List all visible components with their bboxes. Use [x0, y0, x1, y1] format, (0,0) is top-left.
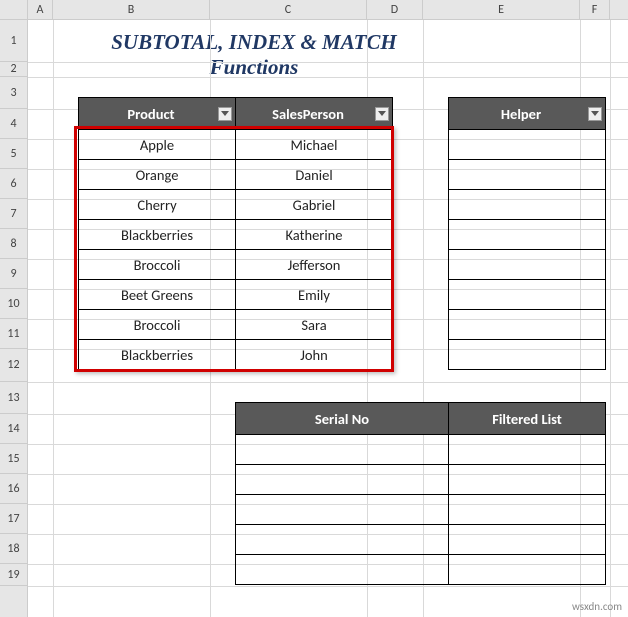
- table-row: [236, 525, 606, 555]
- cell-product[interactable]: Cherry: [79, 190, 236, 220]
- cell-empty[interactable]: [236, 525, 449, 555]
- cell-empty[interactable]: [236, 465, 449, 495]
- cell-empty[interactable]: [236, 435, 449, 465]
- cell-salesperson[interactable]: John: [236, 340, 393, 370]
- row-header-7[interactable]: 7: [0, 199, 27, 229]
- table-row: BroccoliJefferson: [79, 250, 606, 280]
- row-header-14[interactable]: 14: [0, 414, 27, 444]
- row-header-13[interactable]: 13: [0, 382, 27, 414]
- row-header-19[interactable]: 19: [0, 564, 27, 586]
- cell-salesperson[interactable]: Jefferson: [236, 250, 393, 280]
- row-header-17[interactable]: 17: [0, 504, 27, 534]
- cell-helper[interactable]: [449, 190, 606, 220]
- row-header-3[interactable]: 3: [0, 77, 27, 109]
- filter-dropdown-icon[interactable]: [218, 107, 232, 121]
- table-row: CherryGabriel: [79, 190, 606, 220]
- table-row: BlackberriesKatherine: [79, 220, 606, 250]
- col-header-D[interactable]: D: [367, 0, 423, 19]
- select-all-corner[interactable]: [0, 0, 28, 19]
- row-header-2[interactable]: 2: [0, 62, 27, 77]
- filter-dropdown-icon[interactable]: [375, 107, 389, 121]
- cell-salesperson[interactable]: Sara: [236, 310, 393, 340]
- header-salesperson[interactable]: SalesPerson: [236, 98, 393, 130]
- cell-empty[interactable]: [449, 525, 606, 555]
- row-header-6[interactable]: 6: [0, 169, 27, 199]
- page-title: SUBTOTAL, INDEX & MATCH Functions: [78, 30, 430, 80]
- cell-salesperson[interactable]: Katherine: [236, 220, 393, 250]
- row-header-10[interactable]: 10: [0, 289, 27, 319]
- col-header-B[interactable]: B: [53, 0, 210, 19]
- cell-helper[interactable]: [449, 160, 606, 190]
- cell-helper[interactable]: [449, 310, 606, 340]
- header-serial-no[interactable]: Serial No: [236, 403, 449, 435]
- row-header-8[interactable]: 8: [0, 229, 27, 259]
- row-header-15[interactable]: 15: [0, 444, 27, 474]
- data-table: ProductSalesPersonHelperAppleMichaelOran…: [78, 97, 606, 370]
- row-header-16[interactable]: 16: [0, 474, 27, 504]
- cell-empty[interactable]: [449, 495, 606, 525]
- cell-helper[interactable]: [449, 250, 606, 280]
- header-helper[interactable]: Helper: [449, 98, 606, 130]
- col-header-F[interactable]: F: [580, 0, 610, 19]
- cell-product[interactable]: Apple: [79, 130, 236, 160]
- table-row: AppleMichael: [79, 130, 606, 160]
- cell-helper[interactable]: [449, 280, 606, 310]
- table-row: Beet GreensEmily: [79, 280, 606, 310]
- filter-dropdown-icon[interactable]: [588, 107, 602, 121]
- cell-empty[interactable]: [449, 435, 606, 465]
- cell-helper[interactable]: [449, 340, 606, 370]
- row-header-5[interactable]: 5: [0, 139, 27, 169]
- cell-empty[interactable]: [236, 555, 449, 585]
- cell-salesperson[interactable]: Emily: [236, 280, 393, 310]
- table-row: BroccoliSara: [79, 310, 606, 340]
- cell-product[interactable]: Broccoli: [79, 310, 236, 340]
- row-header-4[interactable]: 4: [0, 109, 27, 139]
- watermark: wsxdn.com: [572, 600, 622, 613]
- row-header-9[interactable]: 9: [0, 259, 27, 289]
- column-headers: ABCDEF: [0, 0, 628, 20]
- cell-product[interactable]: Beet Greens: [79, 280, 236, 310]
- header-filtered-list[interactable]: Filtered List: [449, 403, 606, 435]
- table-row: [236, 465, 606, 495]
- row-header-11[interactable]: 11: [0, 319, 27, 349]
- row-header-12[interactable]: 12: [0, 349, 27, 382]
- row-header-1[interactable]: 1: [0, 20, 27, 62]
- cell-product[interactable]: Broccoli: [79, 250, 236, 280]
- table-row: [236, 555, 606, 585]
- header-product[interactable]: Product: [79, 98, 236, 130]
- cell-empty[interactable]: [236, 495, 449, 525]
- cell-salesperson[interactable]: Daniel: [236, 160, 393, 190]
- table-row: [236, 435, 606, 465]
- sheet-content[interactable]: SUBTOTAL, INDEX & MATCH Functions Produc…: [28, 20, 628, 617]
- cell-empty[interactable]: [449, 555, 606, 585]
- col-header-A[interactable]: A: [28, 0, 53, 19]
- cell-empty[interactable]: [449, 465, 606, 495]
- cell-helper[interactable]: [449, 130, 606, 160]
- cell-helper[interactable]: [449, 220, 606, 250]
- table-row: BlackberriesJohn: [79, 340, 606, 370]
- col-header-E[interactable]: E: [423, 0, 580, 19]
- cell-salesperson[interactable]: Michael: [236, 130, 393, 160]
- row-headers: 12345678910111213141516171819: [0, 20, 28, 617]
- table-row: OrangeDaniel: [79, 160, 606, 190]
- table-row: [236, 495, 606, 525]
- row-header-18[interactable]: 18: [0, 534, 27, 564]
- cell-product[interactable]: Blackberries: [79, 220, 236, 250]
- cell-product[interactable]: Blackberries: [79, 340, 236, 370]
- cell-salesperson[interactable]: Gabriel: [236, 190, 393, 220]
- cell-product[interactable]: Orange: [79, 160, 236, 190]
- col-header-C[interactable]: C: [210, 0, 367, 19]
- filtered-table: Serial NoFiltered List: [235, 402, 606, 585]
